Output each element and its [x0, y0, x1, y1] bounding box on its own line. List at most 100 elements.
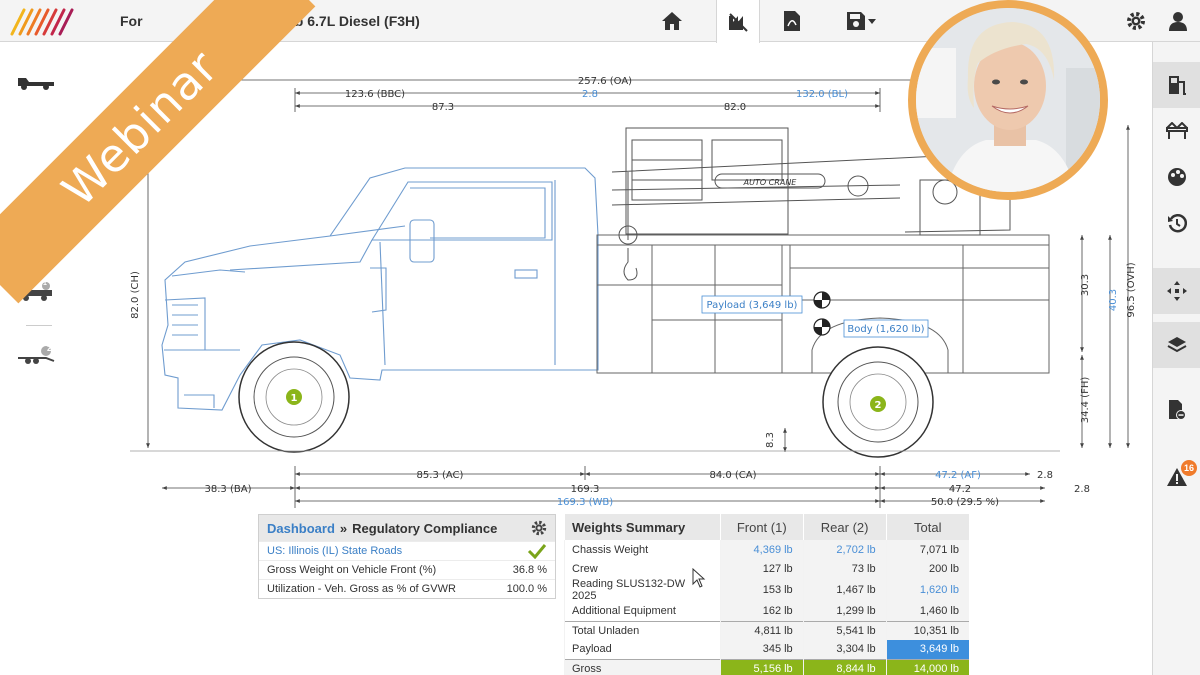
tool-history[interactable]: [1153, 200, 1200, 246]
total-value[interactable]: 1,620 lb: [885, 578, 969, 602]
rear-value: 73 lb: [802, 559, 887, 578]
breadcrumb-separator: »: [339, 520, 348, 536]
dim-ca: 84.0 (CA): [709, 470, 756, 481]
right-sidebar: 16: [1152, 42, 1200, 675]
dim-87: 87.3: [432, 102, 454, 113]
mouse-cursor-icon: [692, 568, 706, 588]
compliance-row-value: 36.8 %: [512, 564, 547, 576]
axle-1-label: 1: [291, 393, 298, 404]
dim-af: 47.2 (AF): [935, 470, 981, 481]
weights-row-crew: Crew 127 lb 73 lb 200 lb: [564, 559, 969, 578]
row-label: Total Unladen: [564, 620, 721, 640]
dim-82: 82.0: [724, 102, 746, 113]
rear-value: 5,541 lb: [802, 620, 887, 640]
home-button[interactable]: [650, 0, 694, 42]
tool-move[interactable]: [1153, 268, 1200, 314]
dim-ac: 85.3 (AC): [417, 470, 464, 481]
layers-icon: [1167, 337, 1187, 353]
row-label: Payload: [564, 640, 721, 659]
front-value[interactable]: 4,369 lb: [719, 540, 804, 559]
tool-warnings[interactable]: 16: [1153, 454, 1200, 500]
compliance-settings-gear-icon[interactable]: [531, 520, 547, 536]
tool-bridge[interactable]: [1153, 108, 1200, 154]
truck-cab: [161, 167, 599, 411]
dim-ground-clearance: 8.3: [765, 432, 776, 448]
rear-value: 8,844 lb: [802, 658, 887, 675]
check-icon: [527, 544, 547, 559]
dim-bbc: 123.6 (BBC): [345, 89, 405, 100]
weights-row-unladen: Total Unladen 4,811 lb 5,541 lb 10,351 l…: [564, 620, 969, 640]
rear-value[interactable]: 2,702 lb: [802, 540, 887, 559]
weights-row-payload: Payload 345 lb 3,304 lb 3,649 lb: [564, 640, 969, 659]
sidebar-divider: [26, 325, 52, 326]
user-button[interactable]: [1156, 0, 1200, 42]
presenter-webcam: [908, 0, 1108, 200]
compliance-header: Dashboard » Regulatory Compliance: [259, 515, 555, 541]
compliance-row-value: 100.0 %: [506, 583, 547, 595]
body-label: Body (1,620 lb): [847, 324, 924, 335]
dim-bl: 132.0 (BL): [796, 89, 848, 100]
row-label: Chassis Weight: [564, 540, 721, 559]
dim-rear-overhang: 50.0 (29.5 %): [931, 497, 999, 508]
compliance-row: Utilization - Veh. Gross as % of GVWR 10…: [259, 579, 555, 598]
tool-layers[interactable]: [1153, 322, 1200, 368]
scale-view-button[interactable]: [716, 0, 760, 43]
crane-brand: AUTO CRANE: [743, 178, 798, 187]
tool-color[interactable]: [1153, 154, 1200, 200]
front-value: 127 lb: [719, 559, 804, 578]
save-menu-button[interactable]: [836, 0, 886, 42]
scale-icon: [729, 12, 748, 32]
dim-end-2-8: 2.8: [1074, 484, 1090, 495]
dim-wb: 169.3 (WB): [557, 497, 613, 508]
compliance-row-label: Utilization - Veh. Gross as % of GVWR: [267, 583, 456, 595]
dim-ba: 38.3 (BA): [205, 484, 252, 495]
user-icon: [1169, 12, 1187, 31]
sidebar-item-chassis[interactable]: [14, 68, 58, 96]
compliance-panel: Dashboard » Regulatory Compliance US: Il…: [258, 514, 556, 599]
front-value: 345 lb: [719, 640, 804, 659]
truck-icon: [18, 78, 54, 90]
tool-weights[interactable]: [1153, 62, 1200, 108]
rear-value: 1,467 lb: [802, 578, 887, 602]
fuel-gauge-icon: [1169, 76, 1186, 95]
weights-title: Weights Summary: [564, 514, 721, 540]
weights-summary-table: Weights Summary Front (1) Rear (2) Total…: [564, 514, 969, 675]
settings-button[interactable]: [1114, 0, 1158, 42]
weights-header-row: Weights Summary Front (1) Rear (2) Total: [564, 514, 969, 540]
tool-document[interactable]: [1153, 387, 1200, 433]
dim-47-2: 47.2: [949, 484, 971, 495]
payload-total-input[interactable]: 3,649 lb: [885, 640, 969, 659]
compliance-row: Gross Weight on Vehicle Front (%) 36.8 %: [259, 560, 555, 579]
sidebar-badge-1: 1: [43, 280, 47, 287]
dim-af-end: 2.8: [1037, 470, 1053, 481]
dim-40-3: 40.3: [1108, 289, 1119, 311]
weights-row-body: Reading SLUS132-DW 2025 153 lb 1,467 lb …: [564, 578, 969, 602]
history-icon: [1168, 214, 1187, 233]
dim-bbc-gap: 2.8: [582, 89, 598, 100]
document-remove-icon: [1169, 400, 1186, 420]
rear-value: 3,304 lb: [802, 640, 887, 659]
dim-ch: 82.0 (CH): [130, 271, 141, 319]
breadcrumb-dashboard-link[interactable]: Dashboard: [267, 521, 335, 536]
compliance-rule[interactable]: US: Illinois (IL) State Roads: [267, 545, 402, 557]
front-value: 5,156 lb: [719, 658, 804, 675]
col-front: Front (1): [719, 514, 804, 540]
gear-icon: [1127, 12, 1145, 30]
dim-30-3: 30.3: [1080, 274, 1091, 296]
axle-2-label: 2: [875, 400, 882, 411]
col-rear: Rear (2): [802, 514, 887, 540]
compliance-rule-row[interactable]: US: Illinois (IL) State Roads: [259, 541, 555, 560]
payload-cg-marker[interactable]: [813, 291, 831, 309]
save-icon: [847, 12, 876, 30]
pdf-button[interactable]: [770, 0, 814, 42]
weights-row-gross: Gross 5,156 lb 8,844 lb 14,000 lb: [564, 658, 969, 675]
palette-icon: [1168, 168, 1186, 186]
row-label: Additional Equipment: [564, 602, 721, 621]
payload-label: Payload (3,649 lb): [707, 300, 798, 311]
truck-configurator-app: 257.6 (OA) 123.6 (BBC) 2.8 132.0 (BL) 87…: [0, 0, 1200, 675]
pdf-icon: [784, 11, 800, 31]
sidebar-item-trailer[interactable]: 2: [14, 342, 58, 370]
body-cg-marker[interactable]: [813, 318, 831, 336]
total-value: 7,071 lb: [885, 540, 969, 559]
dim-oa: 257.6 (OA): [578, 76, 632, 87]
